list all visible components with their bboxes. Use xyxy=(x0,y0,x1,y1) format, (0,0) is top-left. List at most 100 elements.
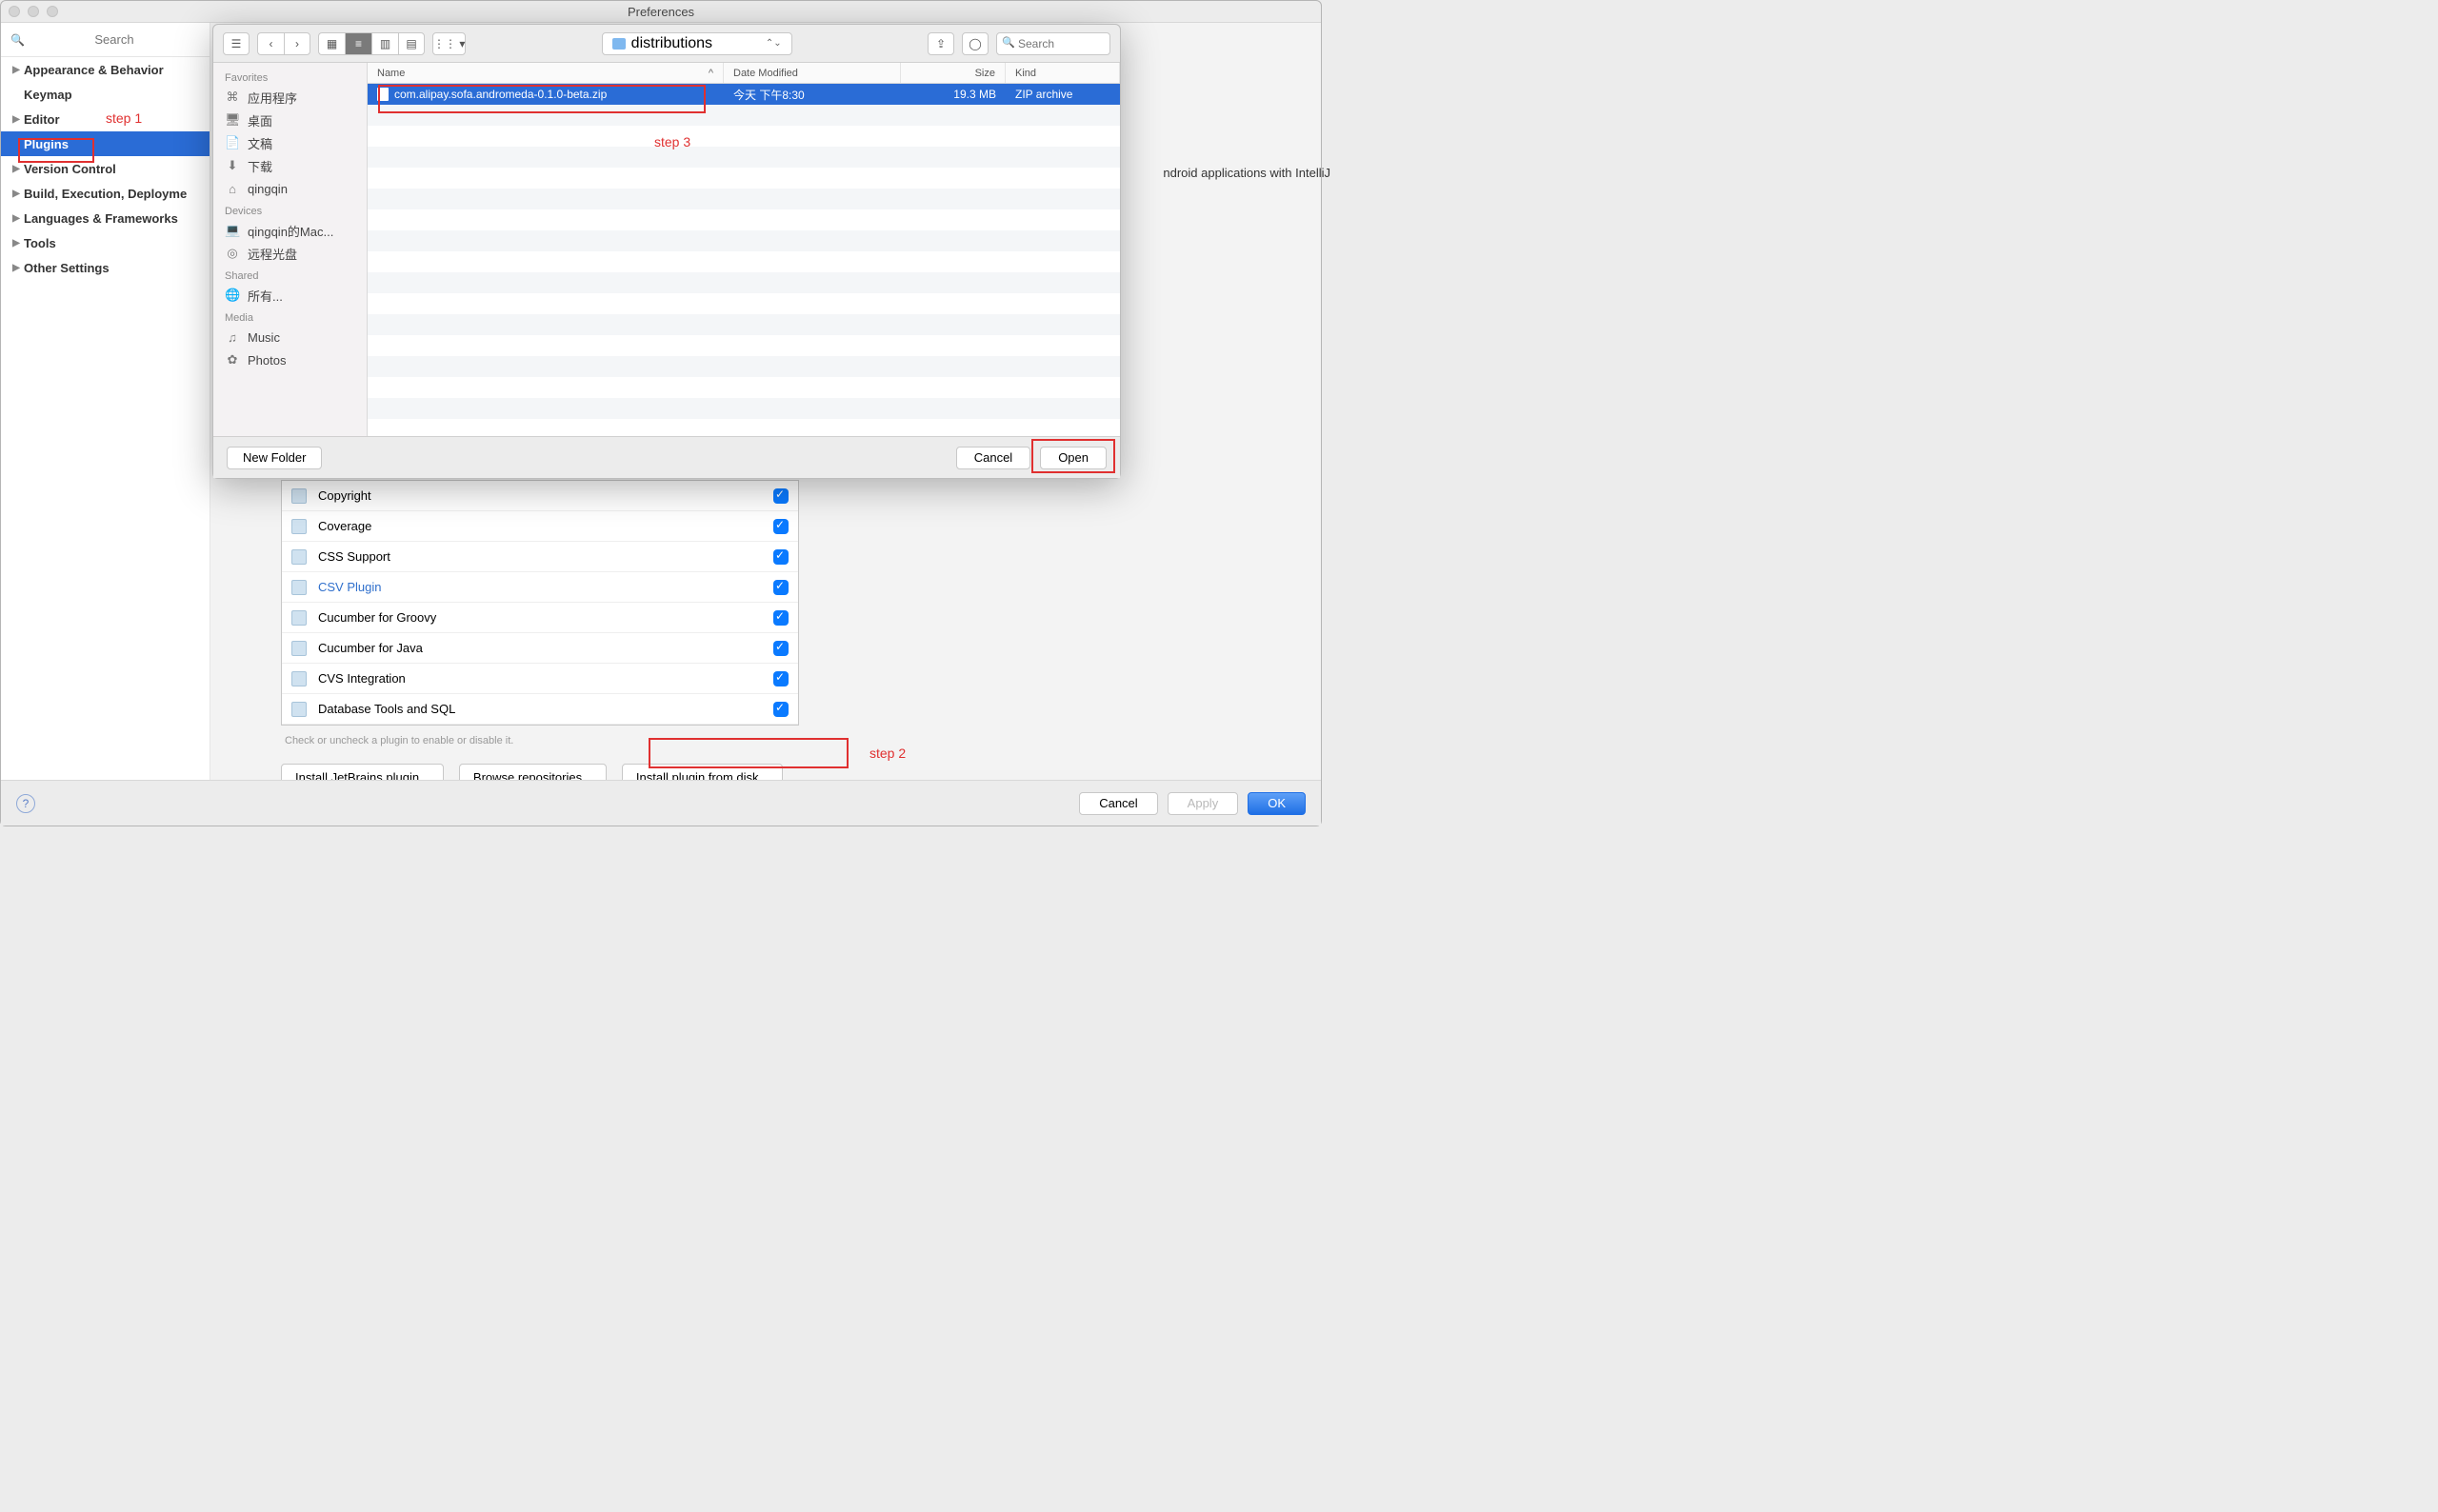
back-button[interactable]: ‹ xyxy=(257,32,284,55)
col-date[interactable]: Date Modified xyxy=(724,63,901,83)
disc-icon: ◎ xyxy=(225,246,240,261)
plugin-list[interactable]: Copyright Coverage CSS Support CSV Plugin Cu… xyxy=(281,480,799,726)
plugin-icon xyxy=(291,488,307,504)
plugin-row[interactable]: Coverage xyxy=(282,511,798,542)
titlebar: Preferences xyxy=(1,1,1321,22)
plugin-name: Cucumber for Groovy xyxy=(316,610,773,625)
plugin-icon xyxy=(291,549,307,565)
devices-header: Devices xyxy=(213,200,367,219)
favorites-item[interactable]: ⌂qingqin xyxy=(213,177,367,200)
file-list-header[interactable]: Name ^ Date Modified Size Kind xyxy=(368,63,1120,84)
plugin-name: Database Tools and SQL xyxy=(316,702,773,716)
media-item[interactable]: ✿Photos xyxy=(213,348,367,371)
plugin-checkbox[interactable] xyxy=(773,671,789,686)
sidebar-item-plugins[interactable]: Plugins xyxy=(1,131,210,156)
plugin-row[interactable]: CVS Integration xyxy=(282,664,798,694)
favorites-item[interactable]: ⌘应用程序 xyxy=(213,86,367,109)
path-dropdown[interactable]: distributions ⌃⌄ xyxy=(602,32,792,55)
col-name[interactable]: Name xyxy=(377,68,405,79)
plugin-name: Copyright xyxy=(316,488,773,503)
media-item[interactable]: ♫Music xyxy=(213,326,367,348)
new-folder-button[interactable]: New Folder xyxy=(227,447,322,469)
favorites-header: Favorites xyxy=(213,67,367,86)
sidebar-item-tools[interactable]: ▶Tools xyxy=(1,230,210,255)
music-icon: ♫ xyxy=(225,330,240,345)
toggle-sidebar-button[interactable]: ☰ xyxy=(223,32,250,55)
sidebar-item-appearance[interactable]: ▶Appearance & Behavior xyxy=(1,57,210,82)
share-button[interactable]: ⇪ xyxy=(928,32,954,55)
file-icon xyxy=(377,88,389,101)
devices-item[interactable]: 💻qingqin的Mac... xyxy=(213,219,367,242)
preferences-footer: ? Cancel Apply OK xyxy=(1,780,1321,826)
laptop-icon: 💻 xyxy=(225,223,240,238)
plugin-row[interactable]: Copyright xyxy=(282,481,798,511)
file-dialog-footer: New Folder Cancel Open xyxy=(213,436,1120,478)
icon-view-button[interactable]: ▦ xyxy=(318,32,345,55)
list-view-button[interactable]: ≡ xyxy=(345,32,371,55)
favorites-item[interactable]: 📄文稿 xyxy=(213,131,367,154)
chevron-updown-icon: ⌃⌄ xyxy=(766,38,782,49)
sidebar-item-vcs[interactable]: ▶Version Control xyxy=(1,156,210,181)
plugin-row[interactable]: Database Tools and SQL xyxy=(282,694,798,725)
gallery-view-button[interactable]: ▤ xyxy=(398,32,425,55)
plugin-checkbox[interactable] xyxy=(773,610,789,626)
col-kind[interactable]: Kind xyxy=(1006,63,1120,83)
plugin-checkbox[interactable] xyxy=(773,702,789,717)
favorites-item[interactable]: ⬇下载 xyxy=(213,154,367,177)
plugin-checkbox[interactable] xyxy=(773,488,789,504)
plugin-checkbox[interactable] xyxy=(773,580,789,595)
plugin-icon xyxy=(291,702,307,717)
plugin-icon xyxy=(291,610,307,626)
file-row[interactable]: com.alipay.sofa.andromeda-0.1.0-beta.zip… xyxy=(368,84,1120,105)
sidebar-search-input[interactable] xyxy=(29,32,200,47)
media-header: Media xyxy=(213,307,367,326)
home-icon: ⌂ xyxy=(225,182,240,196)
plugin-checkbox[interactable] xyxy=(773,641,789,656)
file-list-area: Name ^ Date Modified Size Kind com.alipay… xyxy=(368,63,1120,436)
plugin-checkbox[interactable] xyxy=(773,519,789,534)
sort-indicator-icon: ^ xyxy=(709,68,713,79)
plugin-icon xyxy=(291,580,307,595)
open-file-dialog: ☰ ‹ › ▦ ≡ ▥ ▤ ⋮⋮ ▾ distributions ⌃⌄ ⇪ ◯ xyxy=(212,24,1121,479)
plugin-name: Cucumber for Java xyxy=(316,641,773,655)
file-search-input[interactable] xyxy=(996,32,1110,55)
downloads-icon: ⬇ xyxy=(225,158,240,173)
file-rows[interactable]: com.alipay.sofa.andromeda-0.1.0-beta.zip… xyxy=(368,84,1120,436)
app-icon: ⌘ xyxy=(225,90,240,105)
plugin-checkbox[interactable] xyxy=(773,549,789,565)
sidebar-item-keymap[interactable]: Keymap xyxy=(1,82,210,107)
favorites-item[interactable]: 🖥桌面 xyxy=(213,109,367,131)
plugin-row[interactable]: CSV Plugin xyxy=(282,572,798,603)
cancel-button[interactable]: Cancel xyxy=(1079,792,1157,815)
col-size[interactable]: Size xyxy=(901,63,1006,83)
plugin-row[interactable]: Cucumber for Java xyxy=(282,633,798,664)
sidebar-item-languages[interactable]: ▶Languages & Frameworks xyxy=(1,206,210,230)
search-icon xyxy=(10,31,29,49)
ok-button[interactable]: OK xyxy=(1248,792,1306,815)
file-kind: ZIP archive xyxy=(1006,88,1120,101)
devices-item[interactable]: ◎远程光盘 xyxy=(213,242,367,265)
file-cancel-button[interactable]: Cancel xyxy=(956,447,1030,469)
shared-item[interactable]: 🌐所有... xyxy=(213,284,367,307)
apply-button[interactable]: Apply xyxy=(1168,792,1239,815)
preferences-sidebar: ▶Appearance & Behavior Keymap ▶Editor Pl… xyxy=(1,23,210,780)
file-dialog-search[interactable] xyxy=(996,32,1110,55)
group-by-button[interactable]: ⋮⋮ ▾ xyxy=(432,32,466,55)
sidebar-item-other[interactable]: ▶Other Settings xyxy=(1,255,210,280)
photos-icon: ✿ xyxy=(225,352,240,368)
tags-button[interactable]: ◯ xyxy=(962,32,989,55)
help-button[interactable]: ? xyxy=(16,794,35,813)
sidebar-item-editor[interactable]: ▶Editor xyxy=(1,107,210,131)
desktop-icon: 🖥 xyxy=(225,112,240,128)
plugin-name: CSV Plugin xyxy=(316,580,773,594)
column-view-button[interactable]: ▥ xyxy=(371,32,398,55)
forward-button[interactable]: › xyxy=(284,32,310,55)
file-size: 19.3 MB xyxy=(901,88,1006,101)
sidebar-item-build[interactable]: ▶Build, Execution, Deployme xyxy=(1,181,210,206)
plugin-row[interactable]: CSS Support xyxy=(282,542,798,572)
file-open-button[interactable]: Open xyxy=(1040,447,1107,469)
plugin-name: CSS Support xyxy=(316,549,773,564)
sidebar-search[interactable] xyxy=(1,23,210,57)
network-icon: 🌐 xyxy=(225,288,240,303)
plugin-row[interactable]: Cucumber for Groovy xyxy=(282,603,798,633)
